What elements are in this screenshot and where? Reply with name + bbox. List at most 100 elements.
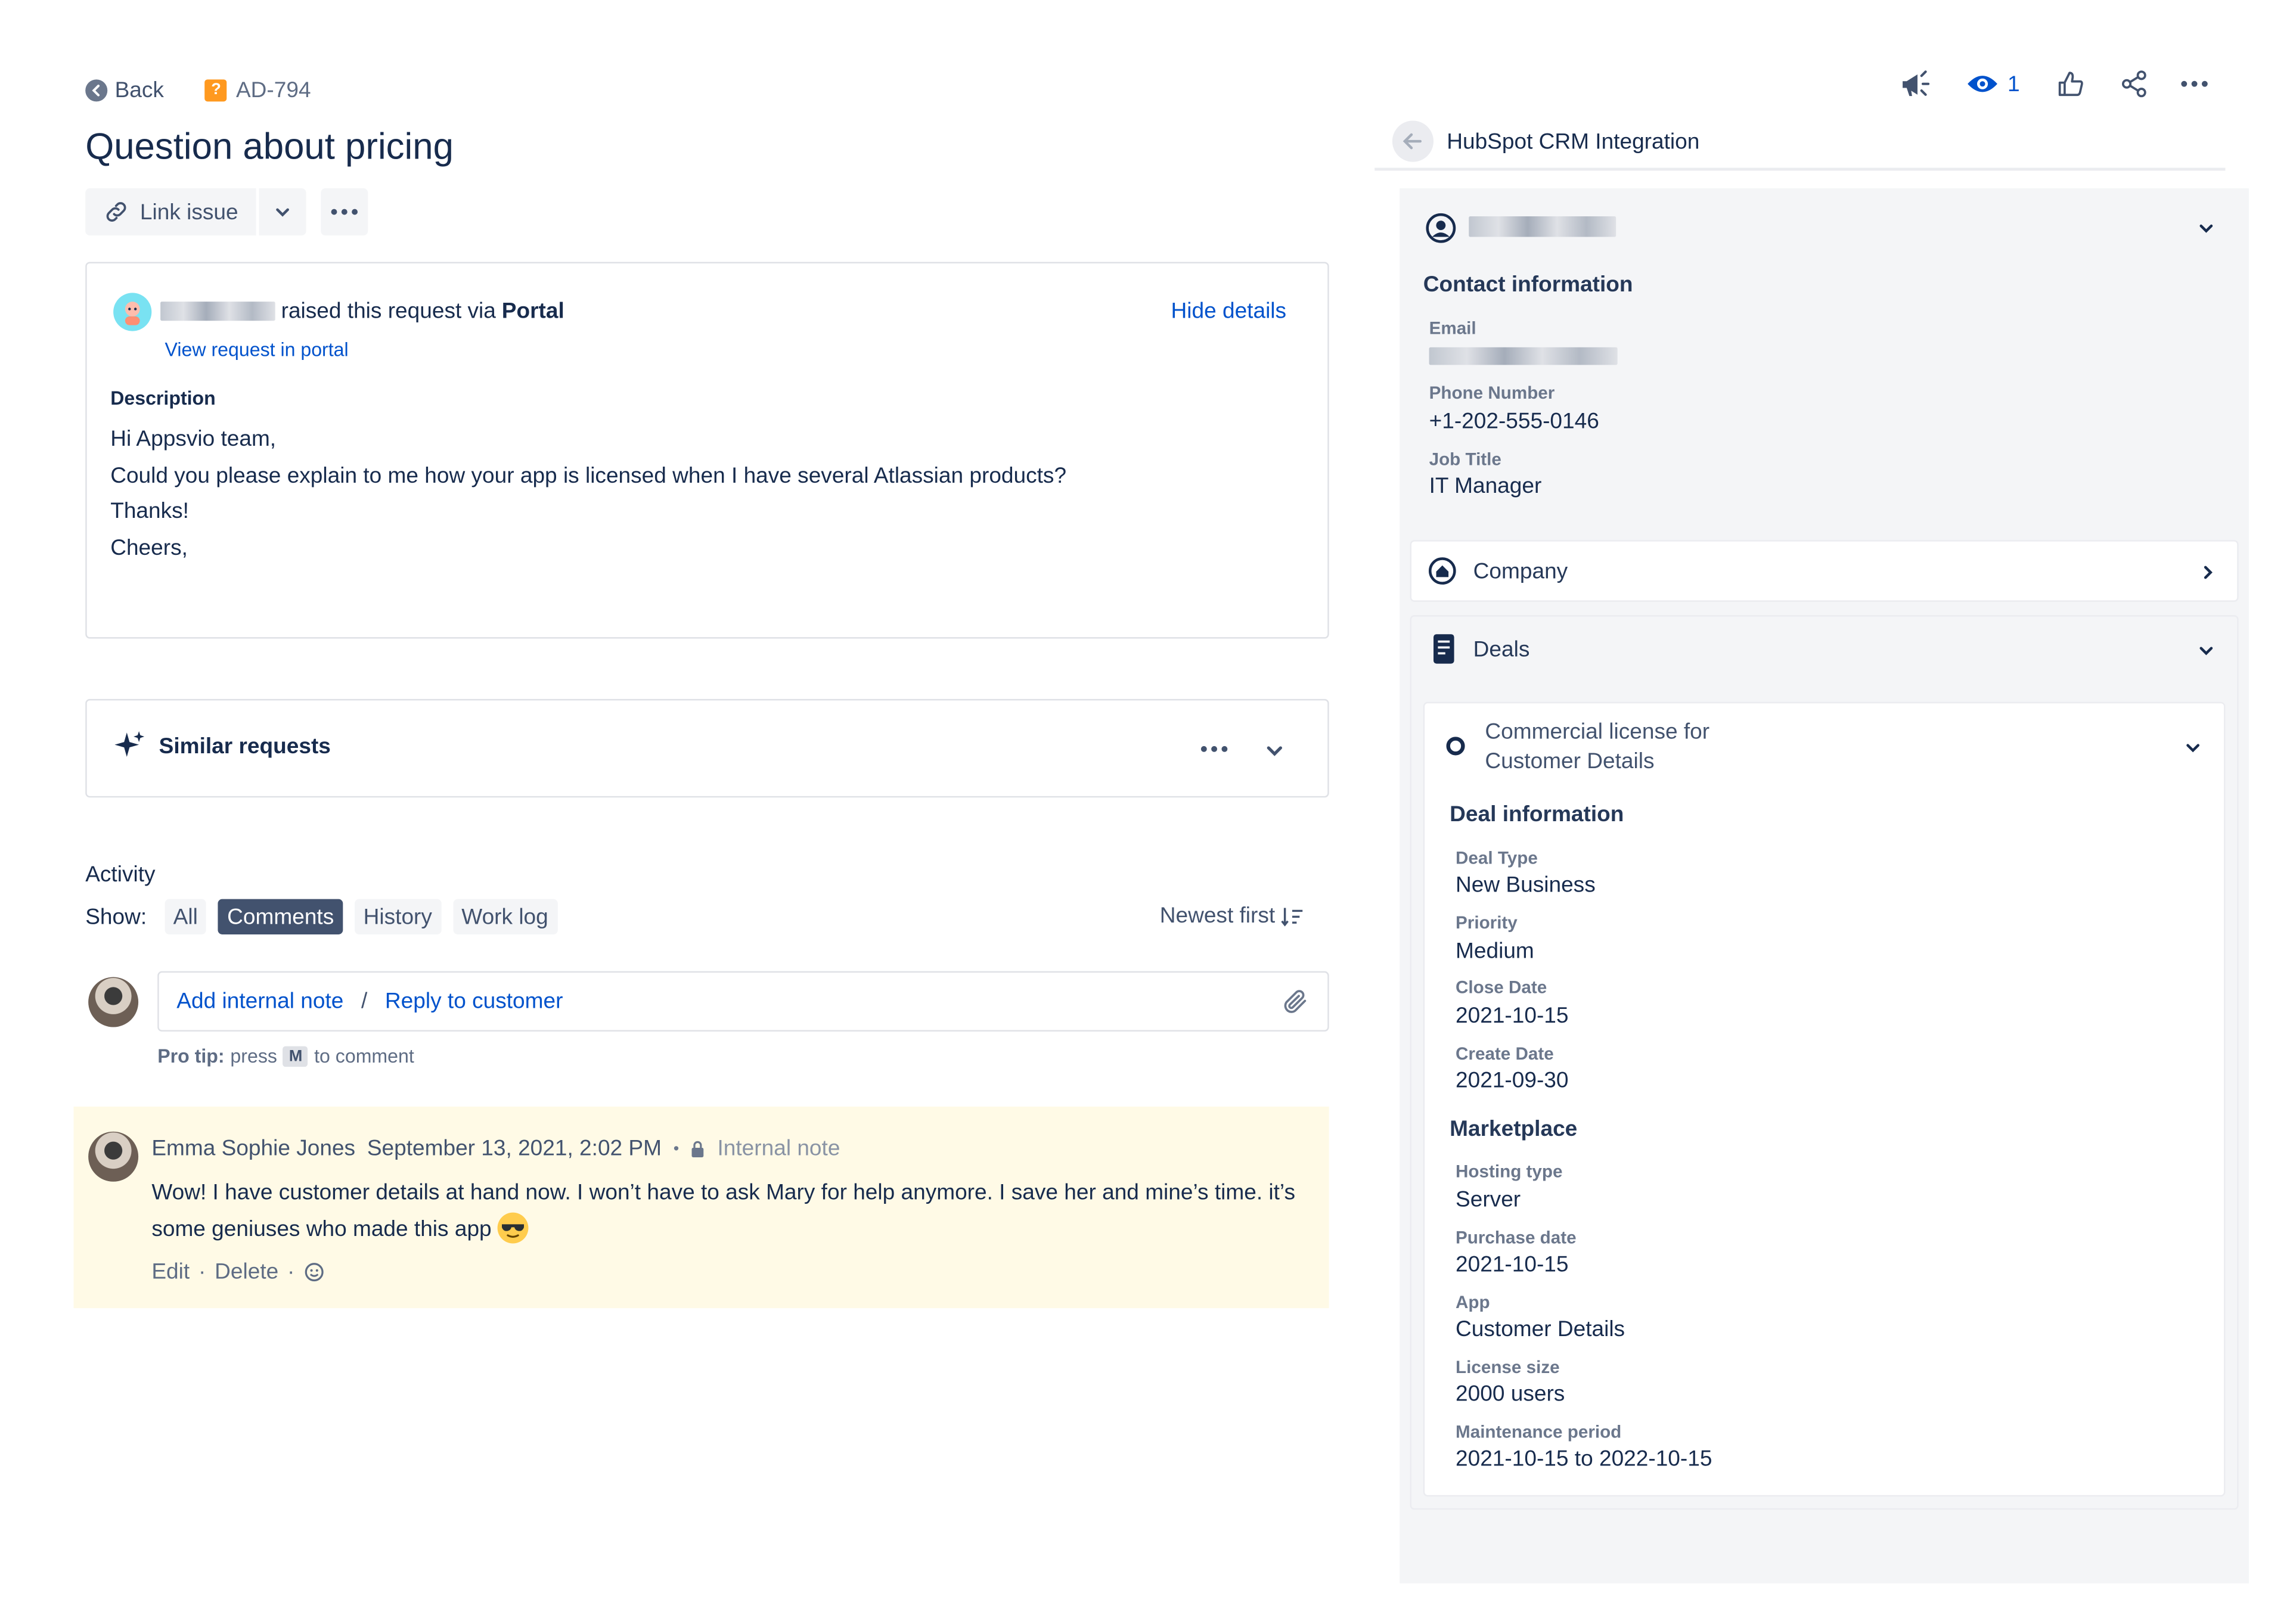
similar-requests-label: Similar requests (159, 734, 331, 760)
description-line: Thanks! (110, 499, 189, 525)
comment-editor[interactable]: Add internal note / Reply to customer (157, 971, 1329, 1032)
chevron-down-icon[interactable] (2184, 739, 2202, 757)
share-icon (2122, 70, 2147, 98)
contact-name-redacted (1469, 216, 1616, 237)
comment-text: Wow! I have customer details at hand now… (151, 1180, 1296, 1243)
maintenance-period-value: 2021-10-15 to 2022-10-15 (1456, 1446, 1712, 1472)
back-arrow-icon (85, 79, 108, 101)
megaphone-icon (1903, 70, 1930, 97)
hosting-type-label: Hosting type (1456, 1161, 1563, 1182)
request-details-card: raised this request via Portal View requ… (85, 262, 1329, 639)
link-issue-button[interactable]: Link issue (85, 188, 256, 236)
add-reaction-icon[interactable] (303, 1261, 325, 1283)
deal-status-circle-icon (1446, 737, 1465, 756)
raised-text: raised this request via (281, 299, 496, 324)
description-body: Hi Appsvio team, Could you please explai… (110, 423, 1066, 568)
avatar (88, 1131, 139, 1182)
watch-count: 1 (2007, 71, 2020, 97)
app-label: App (1456, 1291, 1490, 1313)
chevron-down-icon[interactable] (1264, 740, 1285, 761)
more-icon (331, 209, 358, 215)
deal-name[interactable]: Commercial license for Customer Details (1485, 718, 1709, 777)
view-in-portal-link[interactable]: View request in portal (165, 338, 349, 361)
vote-button[interactable] (2052, 65, 2090, 103)
user-circle-icon (1426, 213, 1456, 243)
phone-value: +1-202-555-0146 (1429, 409, 1599, 434)
hide-details-link[interactable]: Hide details (1171, 299, 1287, 324)
deals-section: Deals Commercial license for Customer De… (1410, 615, 2239, 1510)
company-section[interactable]: Company (1410, 540, 2239, 602)
back-button[interactable]: Back (85, 77, 164, 103)
marketplace-title: Marketplace (1450, 1117, 1578, 1142)
deals-label[interactable]: Deals (1473, 637, 1530, 662)
more-actions-button[interactable] (321, 188, 368, 236)
chevron-down-icon (276, 208, 289, 217)
internal-note-comment: Emma Sophie Jones September 13, 2021, 2:… (73, 1106, 1329, 1309)
priority-label: Priority (1456, 912, 1518, 933)
filter-history[interactable]: History (354, 899, 441, 934)
company-label: Company (1473, 559, 1568, 585)
email-label: Email (1429, 318, 1476, 338)
purchase-date-value: 2021-10-15 (1456, 1252, 1569, 1278)
comment-author[interactable]: Emma Sophie Jones (151, 1136, 355, 1161)
create-date-value: 2021-09-30 (1456, 1068, 1569, 1094)
similar-requests-panel[interactable]: Similar requests (85, 698, 1329, 798)
filter-work-log[interactable]: Work log (452, 899, 557, 934)
sort-order-label: Newest first (1159, 903, 1276, 929)
lock-icon (692, 1140, 705, 1157)
close-date-value: 2021-10-15 (1456, 1003, 1569, 1029)
dot-separator: · (198, 1259, 206, 1285)
license-size-label: License size (1456, 1356, 1560, 1378)
issue-key: AD-794 (235, 77, 311, 103)
hosting-type-value: Server (1456, 1187, 1521, 1213)
deal-type-value: New Business (1456, 872, 1596, 898)
reply-to-customer-button[interactable]: Reply to customer (385, 989, 563, 1014)
filter-all[interactable]: All (164, 899, 207, 934)
comment-timestamp[interactable]: September 13, 2021, 2:02 PM (367, 1136, 662, 1161)
reporter-name-redacted (160, 302, 275, 321)
eye-icon (1968, 76, 1997, 92)
chevron-down-icon[interactable] (2198, 642, 2216, 660)
document-icon (1434, 634, 1454, 664)
question-type-icon: ? (205, 79, 228, 101)
request-origin: raised this request via Portal (160, 299, 564, 324)
link-issue-dropdown[interactable] (259, 188, 306, 236)
deal-type-label: Deal Type (1456, 847, 1538, 868)
purchase-date-label: Purchase date (1456, 1227, 1577, 1248)
activity-heading: Activity (85, 862, 156, 887)
create-date-label: Create Date (1456, 1043, 1554, 1064)
attachment-icon[interactable] (1280, 987, 1310, 1016)
chevron-right-icon (2204, 566, 2213, 579)
home-circle-icon (1428, 557, 1456, 585)
close-date-label: Close Date (1456, 977, 1547, 998)
email-value-redacted (1429, 347, 1618, 365)
issue-key-link[interactable]: ? AD-794 (205, 77, 311, 103)
description-label: Description (110, 387, 216, 409)
thumbs-up-icon (2059, 72, 2084, 97)
show-label: Show: (85, 904, 147, 930)
filter-comments[interactable]: Comments (218, 899, 343, 934)
back-label: Back (114, 77, 164, 103)
deal-name-line: Commercial license for (1485, 719, 1710, 745)
comment-header: Emma Sophie Jones September 13, 2021, 2:… (151, 1136, 840, 1161)
shortcut-key: M (283, 1045, 309, 1066)
panel-back-button[interactable] (1392, 120, 1434, 162)
comment-actions: Edit · Delete · (151, 1260, 325, 1285)
sort-order-button[interactable]: Newest first (1160, 903, 1305, 928)
watch-button[interactable]: 1 (1966, 72, 2020, 97)
chevron-down-icon[interactable] (2198, 219, 2216, 237)
delete-comment-button[interactable]: Delete (215, 1260, 278, 1285)
request-channel: Portal (501, 299, 564, 324)
deal-card: Commercial license for Customer Details … (1423, 701, 2226, 1497)
feedback-button[interactable] (1895, 65, 1934, 103)
more-icon[interactable] (1199, 744, 1228, 753)
page-title: Question about pricing (85, 126, 454, 168)
contact-section: Contact information Email Phone Number +… (1410, 198, 2239, 526)
add-internal-note-button[interactable]: Add internal note (176, 989, 343, 1014)
app-value: Customer Details (1456, 1316, 1625, 1342)
share-button[interactable] (2115, 65, 2154, 103)
more-actions-button[interactable] (2176, 65, 2214, 103)
edit-comment-button[interactable]: Edit (151, 1260, 190, 1285)
maintenance-period-label: Maintenance period (1456, 1421, 1622, 1442)
dot-separator: · (287, 1259, 295, 1285)
